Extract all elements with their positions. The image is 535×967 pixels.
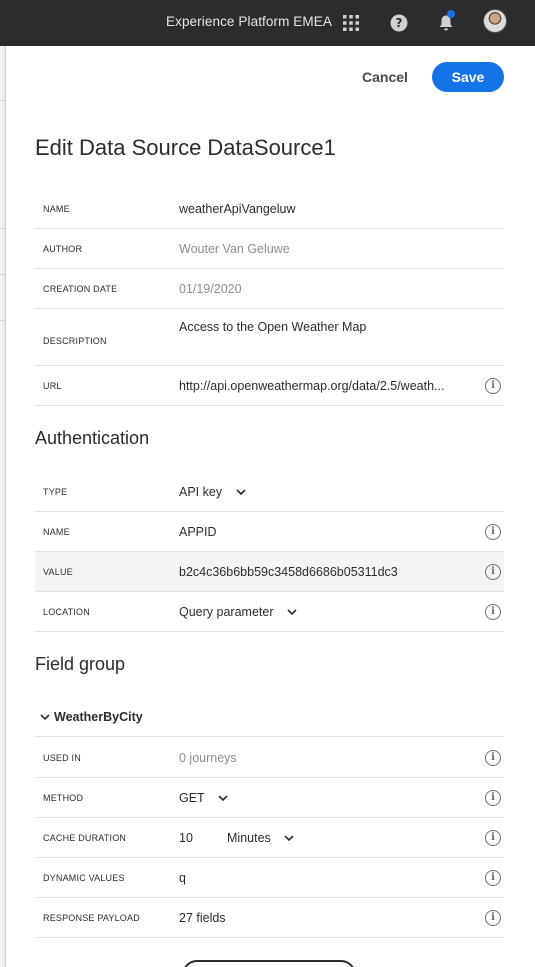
authentication-table: TYPE API key NAME APPID i VALUE b2c4c36b…: [35, 472, 504, 632]
info-icon[interactable]: i: [485, 563, 501, 580]
row-label: LOCATION: [43, 606, 90, 617]
auth-value-field[interactable]: b2c4c36b6bb59c3458d6686b05311dc3: [179, 565, 398, 579]
row-label: AUTHOR: [43, 243, 83, 254]
info-icon[interactable]: i: [485, 377, 501, 394]
row-label: RESPONSE PAYLOAD: [43, 912, 140, 923]
row-label: TYPE: [43, 486, 68, 497]
org-switcher[interactable]: Experience Platform EMEA: [166, 14, 332, 29]
chevron-down-icon[interactable]: [40, 714, 50, 721]
row-label: NAME: [43, 203, 70, 214]
dropdown-value: Minutes: [227, 830, 271, 845]
fg-row-used-in: USED IN 0 journeys i: [35, 738, 504, 778]
cache-unit-dropdown[interactable]: Minutes: [227, 831, 294, 845]
row-label: CACHE DURATION: [43, 832, 127, 843]
chevron-down-icon: [218, 795, 228, 801]
detail-row-description: DESCRIPTION Access to the Open Weather M…: [35, 309, 504, 366]
info-icon[interactable]: i: [485, 789, 501, 806]
fg-row-method: METHOD GET i: [35, 778, 504, 818]
info-icon[interactable]: i: [485, 869, 501, 886]
chevron-down-icon: [284, 835, 294, 841]
field-group-heading: Field group: [35, 654, 126, 674]
save-button[interactable]: Save: [432, 62, 504, 92]
author-value: Wouter Van Geluwe: [179, 241, 290, 256]
row-label: USED IN: [43, 752, 81, 763]
svg-text:?: ?: [396, 16, 403, 30]
user-avatar[interactable]: [483, 9, 507, 33]
cancel-button[interactable]: Cancel: [350, 62, 420, 92]
detail-row-creation-date: CREATION DATE 01/19/2020: [35, 269, 504, 309]
cache-duration-field[interactable]: 10: [179, 831, 193, 845]
help-icon[interactable]: ?: [387, 11, 411, 35]
fg-row-dynamic-values: DYNAMIC VALUES q i: [35, 858, 504, 898]
fg-row-cache-duration: CACHE DURATION 10 Minutes i: [35, 818, 504, 858]
row-label: METHOD: [43, 792, 84, 803]
apps-grid-icon[interactable]: [339, 11, 363, 35]
creation-date-value: 01/19/2020: [179, 281, 242, 296]
auth-row-name: NAME APPID i: [35, 512, 504, 552]
row-label: VALUE: [43, 566, 73, 577]
fg-row-response-payload: RESPONSE PAYLOAD 27 fields i: [35, 898, 504, 938]
auth-row-type: TYPE API key: [35, 472, 504, 512]
auth-location-dropdown[interactable]: Query parameter: [179, 605, 297, 619]
info-icon[interactable]: i: [485, 603, 501, 620]
method-dropdown[interactable]: GET: [179, 791, 228, 805]
notification-badge: [447, 10, 455, 18]
description-field[interactable]: Access to the Open Weather Map: [179, 320, 366, 334]
dropdown-value: Query parameter: [179, 604, 274, 619]
top-bar: Experience Platform EMEA ?: [0, 0, 535, 46]
dropdown-value: GET: [179, 790, 205, 805]
auth-row-value: VALUE b2c4c36b6bb59c3458d6686b05311dc3 i: [35, 552, 504, 592]
name-field[interactable]: weatherApiVangeluw: [179, 202, 296, 216]
row-label: CREATION DATE: [43, 283, 118, 294]
authentication-heading: Authentication: [35, 428, 150, 448]
detail-row-name: NAME weatherApiVangeluw: [35, 189, 504, 229]
dropdown-value: API key: [179, 484, 223, 499]
info-icon[interactable]: i: [485, 829, 501, 846]
page-title: Edit Data Source DataSource1: [35, 135, 336, 160]
chevron-down-icon: [235, 489, 246, 495]
row-label: NAME: [43, 526, 70, 537]
field-group-header[interactable]: WeatherByCity: [35, 706, 504, 737]
dynamic-values-field[interactable]: q: [179, 871, 186, 885]
row-label: DESCRIPTION: [43, 336, 107, 346]
field-group-name: WeatherByCity: [54, 710, 143, 724]
row-label: URL: [43, 380, 62, 391]
detail-row-author: AUTHOR Wouter Van Geluwe: [35, 229, 504, 269]
auth-name-field[interactable]: APPID: [179, 525, 217, 539]
response-payload-value[interactable]: 27 fields: [179, 911, 226, 925]
details-table: NAME weatherApiVangeluw AUTHOR Wouter Va…: [35, 189, 504, 406]
chevron-down-icon: [287, 609, 297, 615]
used-in-value: 0 journeys: [179, 750, 237, 765]
edit-data-source-panel: Cancel Save Edit Data Source DataSource1…: [6, 46, 535, 967]
auth-type-dropdown[interactable]: API key: [179, 485, 246, 499]
info-icon[interactable]: i: [485, 749, 501, 766]
row-label: DYNAMIC VALUES: [43, 872, 125, 883]
auth-row-location: LOCATION Query parameter i: [35, 592, 504, 632]
info-icon[interactable]: i: [485, 909, 501, 926]
info-icon[interactable]: i: [485, 523, 501, 540]
detail-row-url: URL http://api.openweathermap.org/data/2…: [35, 366, 504, 406]
url-field[interactable]: http://api.openweathermap.org/data/2.5/w…: [179, 379, 444, 393]
edit-payload-button[interactable]: [182, 960, 356, 967]
field-group-table: USED IN 0 journeys i METHOD GET i CACHE …: [35, 738, 504, 938]
